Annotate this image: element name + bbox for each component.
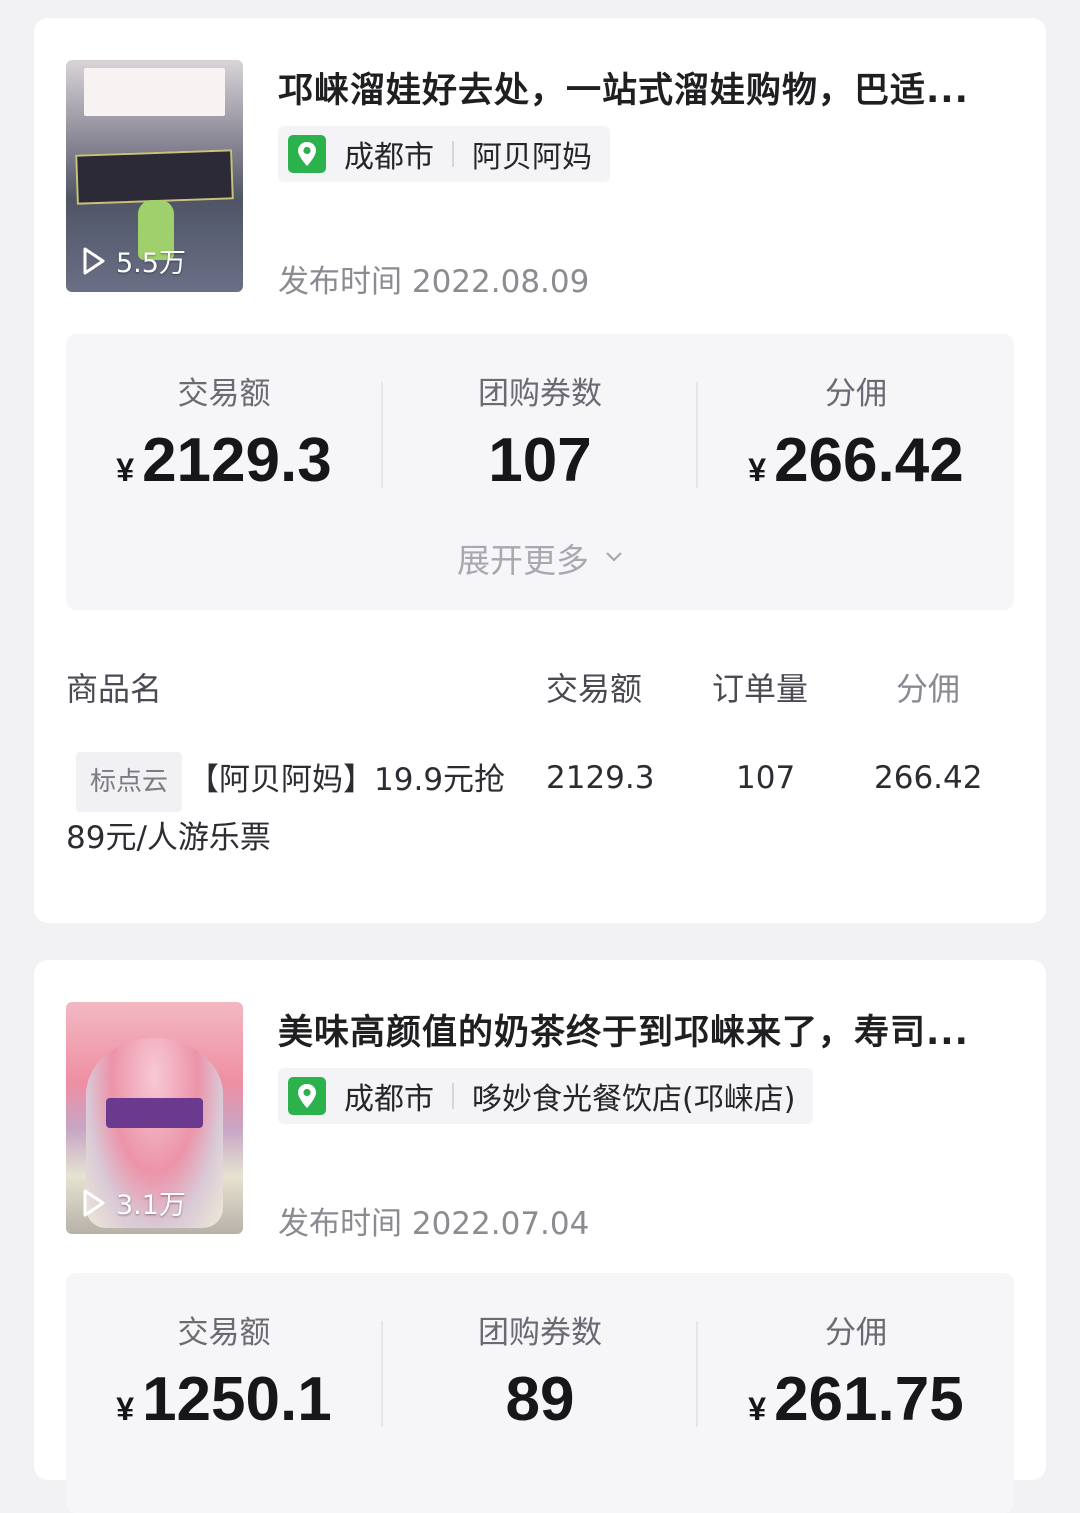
video-card[interactable]: 3.1万 美味高颜值的奶茶终于到邛崃来了，寿司... 成都市 哆妙食光餐饮店(邛… [34, 960, 1046, 1513]
stat-number: 89 [505, 1365, 575, 1434]
expand-more-button[interactable]: 展开更多 [66, 534, 1014, 582]
thumbnail-sign [84, 68, 225, 116]
currency-symbol: ¥ [748, 452, 767, 488]
publish-time: 发布时间 2022.08.09 [278, 256, 589, 301]
column-header-commission: 分佣 [896, 670, 961, 708]
commission-cell: 266.42 [874, 760, 983, 796]
stats-panel: 交易额 ¥1250.1 团购券数 89 分佣 ¥261.75 [66, 1273, 1014, 1513]
currency-symbol: ¥ [748, 1391, 767, 1427]
location-store: 阿贝阿妈 [472, 140, 592, 175]
orders-cell: 107 [736, 760, 796, 796]
stat-commission: 分佣 ¥266.42 [698, 368, 1014, 496]
location-city: 成都市 [344, 1082, 434, 1117]
stat-value: ¥2129.3 [66, 425, 382, 496]
stat-voucher-count: 团购券数 89 [382, 1307, 698, 1435]
video-thumbnail[interactable]: 5.5万 [66, 60, 243, 292]
chevron-down-icon [606, 552, 622, 562]
view-count-text: 3.1万 [116, 1190, 186, 1221]
thumbnail-board [75, 149, 234, 205]
source-tag: 标点云 [76, 752, 183, 812]
stat-value: 89 [382, 1364, 698, 1435]
play-icon [83, 1189, 105, 1216]
publish-date: 2022.07.04 [411, 1206, 590, 1242]
currency-symbol: ¥ [116, 452, 135, 488]
location-chip[interactable]: 成都市 阿贝阿妈 [278, 126, 610, 182]
view-count: 5.5万 [82, 241, 186, 280]
location-divider [452, 141, 454, 167]
stat-value: ¥261.75 [698, 1364, 1014, 1435]
play-icon [83, 247, 105, 274]
view-count: 3.1万 [82, 1183, 186, 1222]
stat-trade-amount: 交易额 ¥1250.1 [66, 1307, 382, 1435]
stat-trade-amount: 交易额 ¥2129.3 [66, 368, 382, 496]
location-pin-icon [288, 135, 326, 173]
location-divider [452, 1083, 454, 1109]
table-header: 商品名 交易额 订单量 分佣 [66, 664, 1014, 708]
stat-value: ¥1250.1 [66, 1364, 382, 1435]
location-chip[interactable]: 成都市 哆妙食光餐饮店(邛崃店) [278, 1068, 814, 1124]
stat-number: 261.75 [774, 1365, 964, 1434]
view-count-text: 5.5万 [116, 248, 186, 279]
thumbnail-label [106, 1098, 203, 1128]
stat-label: 交易额 [177, 1315, 271, 1351]
column-header-name: 商品名 [66, 670, 163, 708]
stat-number: 107 [488, 426, 592, 495]
column-header-orders: 订单量 [712, 670, 809, 708]
publish-date: 2022.08.09 [411, 264, 590, 300]
video-card[interactable]: 5.5万 邛崃溜娃好去处，一站式溜娃购物，巴适... 成都市 阿贝阿妈 发布时间… [34, 18, 1046, 923]
stat-value: 107 [382, 425, 698, 496]
column-header-amount: 交易额 [546, 670, 643, 708]
location-store: 哆妙食光餐饮店(邛崃店) [472, 1082, 796, 1117]
stat-label: 交易额 [177, 376, 271, 412]
location-pin-icon [288, 1077, 326, 1115]
amount-cell: 2129.3 [546, 760, 655, 796]
stat-commission: 分佣 ¥261.75 [698, 1307, 1014, 1435]
stat-label: 分佣 [825, 376, 887, 412]
publish-time: 发布时间 2022.07.04 [278, 1198, 589, 1243]
currency-symbol: ¥ [116, 1391, 135, 1427]
publish-label: 发布时间 [278, 264, 402, 300]
product-name-cell: 标点云 【阿贝阿妈】19.9元抢89元/人游乐票 [66, 752, 506, 864]
stats-panel: 交易额 ¥2129.3 团购券数 107 分佣 ¥266.42 展开更多 [66, 334, 1014, 610]
stat-number: 1250.1 [142, 1365, 332, 1434]
stat-label: 团购券数 [478, 376, 602, 412]
publish-label: 发布时间 [278, 1206, 402, 1242]
stat-value: ¥266.42 [698, 425, 1014, 496]
video-title[interactable]: 美味高颜值的奶茶终于到邛崃来了，寿司... [278, 1004, 1018, 1055]
stat-voucher-count: 团购券数 107 [382, 368, 698, 496]
stat-label: 分佣 [825, 1315, 887, 1351]
expand-more-label: 展开更多 [457, 541, 589, 580]
video-thumbnail[interactable]: 3.1万 [66, 1002, 243, 1234]
stat-label: 团购券数 [478, 1315, 602, 1351]
location-city: 成都市 [344, 140, 434, 175]
video-title[interactable]: 邛崃溜娃好去处，一站式溜娃购物，巴适... [278, 62, 1018, 113]
stat-number: 2129.3 [142, 426, 332, 495]
stat-number: 266.42 [774, 426, 964, 495]
